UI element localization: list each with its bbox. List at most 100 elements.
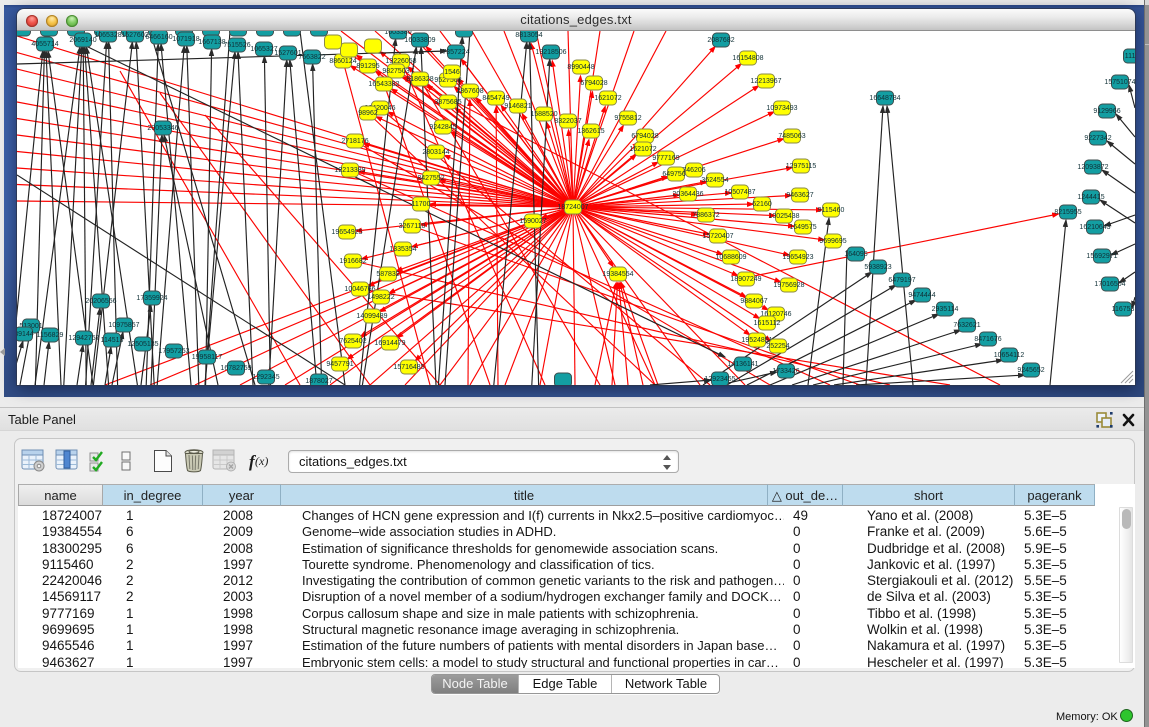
svg-text:9827503: 9827503 [382, 68, 409, 75]
svg-text:10654112: 10654112 [994, 352, 1025, 359]
svg-text:8322037: 8322037 [554, 118, 581, 125]
svg-text:16033809: 16033809 [404, 37, 435, 44]
svg-text:4055714: 4055714 [31, 41, 58, 48]
svg-text:9227342: 9227342 [1084, 135, 1111, 142]
svg-text:20053346: 20053346 [147, 125, 178, 132]
svg-text:5938923: 5938923 [864, 264, 891, 271]
svg-text:252254: 252254 [766, 343, 789, 350]
svg-text:19654925: 19654925 [331, 229, 362, 236]
svg-text:2087682: 2087682 [707, 37, 734, 44]
svg-text:15720407: 15720407 [702, 233, 733, 240]
svg-text:2069140: 2069140 [69, 37, 96, 44]
svg-text:2803144: 2803144 [422, 149, 449, 156]
svg-text:1498222: 1498222 [367, 294, 394, 301]
svg-text:9777169: 9777169 [652, 155, 679, 162]
svg-text:19218506: 19218506 [535, 49, 566, 56]
svg-text:16782759: 16782759 [220, 365, 251, 372]
svg-text:1071918: 1071918 [172, 36, 199, 43]
svg-text:7515526: 7515526 [223, 42, 250, 49]
svg-text:12942757: 12942757 [68, 335, 99, 342]
svg-text:2867608: 2867608 [456, 88, 483, 95]
svg-text:164095: 164095 [844, 251, 867, 258]
svg-text:15692971: 15692971 [1086, 253, 1117, 260]
svg-text:7625402: 7625402 [339, 338, 366, 345]
svg-text:8215955: 8215955 [1054, 209, 1081, 216]
svg-text:1362615: 1362615 [577, 128, 604, 135]
svg-text:6794028: 6794028 [580, 80, 607, 87]
svg-text:1615112: 1615112 [754, 320, 781, 327]
svg-text:11700: 11700 [412, 201, 431, 208]
svg-text:9755812: 9755812 [614, 115, 641, 122]
svg-text:1878027: 1878027 [305, 378, 332, 385]
svg-text:10507487: 10507487 [724, 189, 755, 196]
svg-text:18907249: 18907249 [730, 276, 761, 283]
svg-text:9699695: 9699695 [819, 238, 846, 245]
svg-text:12213389: 12213389 [334, 167, 365, 174]
svg-text:62160: 62160 [752, 201, 772, 208]
svg-text:15716485: 15716485 [393, 364, 424, 371]
svg-text:6479197: 6479197 [888, 277, 915, 284]
svg-text:2718176: 2718176 [341, 138, 368, 145]
svg-text:19654923: 19654923 [782, 254, 813, 261]
svg-text:6794028: 6794028 [631, 133, 658, 140]
svg-text:7485063: 7485063 [778, 133, 805, 140]
svg-text:3875685: 3875685 [434, 99, 461, 106]
svg-text:98962: 98962 [358, 110, 378, 117]
svg-text:14136141: 14136141 [727, 361, 758, 368]
svg-text:18724007: 18724007 [557, 204, 588, 211]
svg-text:7886372: 7886372 [692, 212, 719, 219]
svg-text:3624554: 3624554 [701, 177, 728, 184]
svg-text:1590027: 1590027 [519, 218, 546, 225]
svg-text:1335354: 1335354 [389, 246, 416, 253]
svg-text:9245652: 9245652 [1017, 367, 1044, 374]
svg-text:12975115: 12975115 [786, 163, 817, 170]
svg-text:19958117: 19958117 [192, 354, 223, 361]
svg-text:1156829: 1156829 [37, 332, 64, 339]
svg-text:10025438: 10025438 [768, 213, 799, 220]
svg-text:10688609: 10688609 [715, 254, 746, 261]
svg-text:1546: 1546 [444, 69, 460, 76]
svg-text:3267110: 3267110 [399, 223, 426, 230]
svg-text:9474444: 9474444 [908, 292, 935, 299]
svg-text:16210643: 16210643 [1079, 224, 1110, 231]
svg-text:746206: 746206 [682, 167, 705, 174]
svg-text:19384554: 19384554 [602, 271, 633, 278]
svg-text:9457791: 9457791 [326, 361, 353, 368]
svg-text:116753: 116753 [1112, 306, 1135, 313]
svg-text:10973493: 10973493 [766, 105, 797, 112]
svg-text:12093872: 12093872 [1077, 164, 1108, 171]
svg-text:1667138: 1667138 [198, 39, 225, 46]
svg-text:12505135: 12505135 [127, 341, 158, 348]
svg-text:8454749: 8454749 [482, 95, 509, 102]
svg-text:16543382: 16543382 [368, 81, 399, 88]
svg-text:16914479: 16914479 [374, 340, 405, 347]
svg-text:17957253: 17957253 [158, 348, 189, 355]
svg-text:39144: 39144 [17, 331, 34, 338]
svg-text:16154808: 16154808 [732, 55, 763, 62]
svg-text:12923455: 12923455 [704, 376, 735, 383]
svg-text:14099489: 14099489 [356, 313, 387, 320]
svg-text:20206556: 20206556 [85, 298, 116, 305]
svg-text:15751074: 15751074 [1104, 79, 1135, 86]
svg-text:10975857: 10975857 [108, 322, 139, 329]
svg-text:16648784: 16648784 [869, 95, 900, 102]
svg-text:1916682: 1916682 [339, 258, 366, 265]
svg-text:1244415: 1244415 [1077, 194, 1104, 201]
svg-text:8427552: 8427552 [417, 175, 444, 182]
svg-text:7663822: 7663822 [298, 54, 325, 61]
svg-text:1603380: 1603380 [384, 31, 411, 36]
svg-text:9115460: 9115460 [818, 207, 845, 214]
svg-text:9146821: 9146821 [504, 103, 531, 110]
svg-text:7632621: 7632621 [953, 322, 980, 329]
svg-text:1292345: 1292345 [252, 374, 279, 381]
svg-text:20364436: 20364436 [672, 191, 703, 198]
svg-text:9884067: 9884067 [740, 298, 767, 305]
svg-text:8186328: 8186328 [406, 76, 433, 83]
svg-text:8471676: 8471676 [974, 336, 1001, 343]
svg-text:(x): (x) [255, 454, 268, 468]
svg-text:891295: 891295 [356, 63, 379, 70]
svg-text:9242845: 9242845 [429, 124, 456, 131]
svg-text:1621072: 1621072 [629, 146, 656, 153]
svg-text:10046766: 10046766 [344, 286, 375, 293]
svg-text:9129966: 9129966 [1093, 108, 1120, 115]
